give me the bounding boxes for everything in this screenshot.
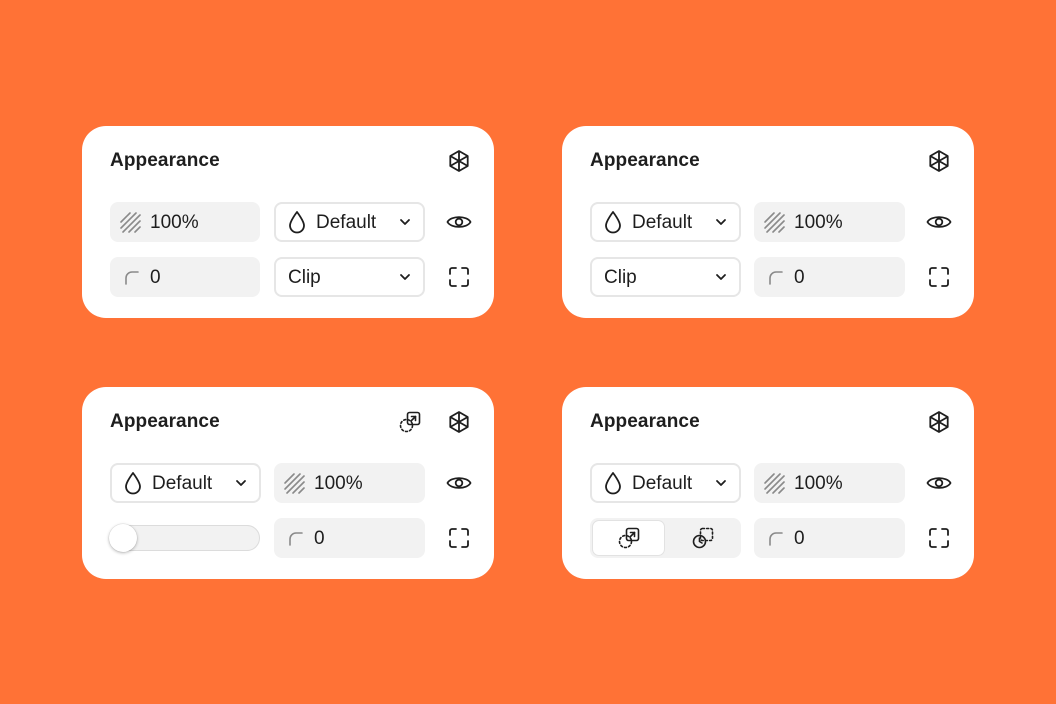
clip-content-icon[interactable] (397, 409, 423, 435)
drop-icon (286, 210, 308, 234)
panel-title: Appearance (590, 150, 700, 171)
eye-icon[interactable] (445, 469, 473, 497)
opacity-value: 100% (794, 472, 843, 494)
corner-radius-field[interactable]: 0 (110, 257, 260, 297)
drop-icon (122, 471, 144, 495)
corner-radius-icon (124, 269, 140, 285)
slider-knob[interactable] (109, 524, 137, 552)
opacity-field[interactable]: 100% (110, 202, 260, 242)
styles-icon[interactable] (926, 409, 952, 435)
blend-mode-select[interactable]: Default (274, 202, 425, 242)
eye-icon[interactable] (925, 469, 953, 497)
opacity-icon (118, 211, 142, 233)
corner-radius-value: 0 (314, 527, 325, 549)
segment-option-clip-timer[interactable] (666, 520, 739, 556)
overflow-select[interactable]: Clip (274, 257, 425, 297)
opacity-field[interactable]: 100% (754, 463, 905, 503)
corner-radius-value: 0 (794, 266, 805, 288)
blend-mode-value: Default (632, 472, 693, 494)
appearance-panel-3: Appearance Default 100% 0 (82, 387, 494, 579)
corner-radius-icon (288, 530, 304, 546)
clip-timer-icon (691, 526, 715, 550)
corner-radius-value: 0 (794, 527, 805, 549)
drop-icon (602, 471, 624, 495)
opacity-field[interactable]: 100% (754, 202, 905, 242)
opacity-icon (282, 472, 306, 494)
expand-corners-icon[interactable] (925, 263, 953, 291)
corner-radius-field[interactable]: 0 (754, 518, 905, 558)
blend-mode-select[interactable]: Default (110, 463, 261, 503)
overflow-value: Clip (604, 266, 637, 288)
panel-title: Appearance (110, 150, 220, 171)
opacity-value: 100% (794, 211, 843, 233)
corner-radius-icon (768, 269, 784, 285)
expand-corners-icon[interactable] (445, 524, 473, 552)
panel-title: Appearance (590, 411, 700, 432)
opacity-value: 100% (150, 211, 199, 233)
corner-radius-field[interactable]: 0 (274, 518, 425, 558)
chevron-down-icon (235, 479, 247, 487)
opacity-value: 100% (314, 472, 363, 494)
eye-icon[interactable] (925, 208, 953, 236)
blend-mode-value: Default (316, 211, 377, 233)
expand-corners-icon[interactable] (445, 263, 473, 291)
drop-icon (602, 210, 624, 234)
corner-radius-icon (768, 530, 784, 546)
blend-mode-value: Default (152, 472, 213, 494)
blend-mode-select[interactable]: Default (590, 202, 741, 242)
blend-mode-value: Default (632, 211, 693, 233)
toggle-slider[interactable] (109, 524, 260, 552)
chevron-down-icon (399, 218, 411, 226)
corner-radius-value: 0 (150, 266, 161, 288)
segment-option-clip-content[interactable] (592, 520, 665, 556)
opacity-icon (762, 472, 786, 494)
styles-icon[interactable] (446, 148, 472, 174)
appearance-panel-1: Appearance 100% Default 0 Clip (82, 126, 494, 318)
styles-icon[interactable] (926, 148, 952, 174)
chevron-down-icon (715, 218, 727, 226)
eye-icon[interactable] (445, 208, 473, 236)
appearance-panel-2: Appearance Default 100% Clip 0 (562, 126, 974, 318)
chevron-down-icon (715, 479, 727, 487)
panel-title: Appearance (110, 411, 220, 432)
chevron-down-icon (715, 273, 727, 281)
chevron-down-icon (399, 273, 411, 281)
opacity-icon (762, 211, 786, 233)
blend-mode-select[interactable]: Default (590, 463, 741, 503)
clip-content-icon (617, 526, 641, 550)
canvas-background: Appearance 100% Default 0 Clip Appearanc… (0, 0, 1056, 704)
styles-icon[interactable] (446, 409, 472, 435)
appearance-panel-4: Appearance Default 100% 0 (562, 387, 974, 579)
expand-corners-icon[interactable] (925, 524, 953, 552)
clip-mode-segmented-control (590, 518, 741, 558)
corner-radius-field[interactable]: 0 (754, 257, 905, 297)
opacity-field[interactable]: 100% (274, 463, 425, 503)
overflow-select[interactable]: Clip (590, 257, 741, 297)
overflow-value: Clip (288, 266, 321, 288)
